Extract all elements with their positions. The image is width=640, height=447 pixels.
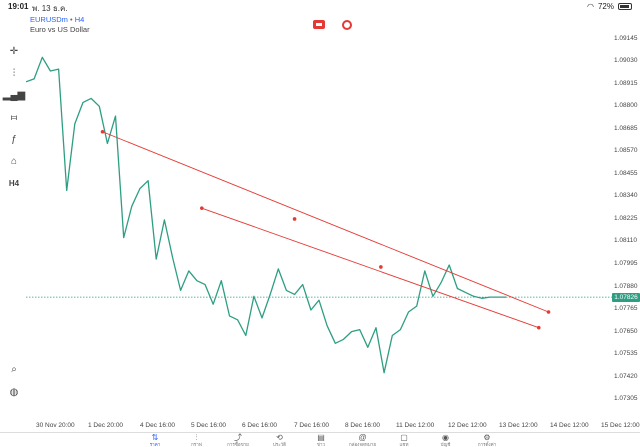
trendline-0[interactable] — [102, 131, 549, 313]
time-tick-label: 15 Dec 12:00 — [601, 422, 640, 429]
bottom-navigation: ⇅ ราคา ⫶ กราฟ ⤴ การซื้อขาย ⟲ ประวัติ ▤ ข่าว @ กล่อง… — [0, 432, 640, 447]
nav-settings-icon: ⚙ — [483, 433, 491, 442]
nav-history[interactable]: ⟲ ประวัติ — [260, 434, 300, 447]
trendline-1-handle-0[interactable] — [200, 206, 204, 210]
price-tick-label: 1.08685 — [614, 124, 638, 132]
trendline-0-handle-2[interactable] — [546, 310, 551, 314]
nav-chart-icon: ⫶ — [195, 433, 198, 442]
nav-settings[interactable]: ⚙ การตั้งค่า — [467, 434, 507, 447]
time-tick-label: 4 Dec 16:00 — [140, 422, 176, 429]
nav-history-icon: ⟲ — [276, 433, 283, 442]
trendline-1[interactable] — [201, 207, 539, 329]
trendline-0-handle-1[interactable] — [292, 217, 297, 221]
nav-trade-label: การซื้อขาย — [227, 442, 249, 447]
status-bar: 19:01 พ. 13 ธ.ค. ◠ 72% — [0, 0, 640, 14]
candlestick-icon[interactable]: ⫶ — [7, 66, 21, 80]
nav-history-label: ประวัติ — [272, 442, 287, 447]
status-time: 19:01 — [8, 2, 29, 11]
price-chart[interactable] — [26, 16, 612, 436]
nav-news-icon: ▤ — [317, 433, 325, 442]
nav-account-icon: ◉ — [442, 433, 449, 442]
nav-mailbox[interactable]: @ กล่องจดหมาย — [343, 434, 383, 447]
nav-chart[interactable]: ⫶ กราฟ — [177, 434, 217, 447]
battery-percent: 72% — [597, 2, 614, 11]
time-tick-label: 13 Dec 12:00 — [499, 422, 538, 429]
price-line-series-0 — [26, 56, 507, 374]
nav-account-label: บัญชี — [440, 442, 451, 447]
price-tick-label: 1.07765 — [614, 305, 638, 313]
price-tick-label: 1.08455 — [614, 169, 638, 177]
shapes-icon[interactable]: ⌂ — [7, 154, 21, 168]
nav-mailbox-label: กล่องจดหมาย — [348, 442, 377, 447]
price-tick-label: 1.07995 — [614, 260, 638, 267]
nav-settings-label: การตั้งค่า — [477, 442, 497, 447]
price-tick-label: 1.08915 — [614, 79, 638, 87]
nav-trade-icon: ⤴ — [234, 433, 242, 442]
nav-chat[interactable]: ▢ แชท — [384, 434, 424, 447]
time-tick-label: 8 Dec 16:00 — [345, 422, 381, 429]
time-tick-label: 30 Nov 20:00 — [36, 422, 75, 429]
volume-bars-icon[interactable]: ▂▄▆ — [3, 88, 25, 102]
price-tick-label: 1.08110 — [614, 237, 638, 245]
price-tick-label: 1.07650 — [614, 327, 638, 335]
broker-icon[interactable]: ◍ — [7, 385, 21, 399]
price-tick-label: 1.08340 — [614, 192, 638, 200]
price-tick-label: 1.09145 — [614, 34, 638, 42]
timeframe-label[interactable]: H4 — [7, 176, 21, 190]
time-tick-label: 5 Dec 16:00 — [191, 422, 227, 429]
price-tick-label: 1.08800 — [614, 102, 638, 110]
time-tick-label: 6 Dec 16:00 — [242, 422, 278, 429]
time-tick-label: 12 Dec 12:00 — [448, 422, 487, 429]
crosshair-icon[interactable]: ✛ — [7, 44, 21, 58]
nav-trade[interactable]: ⤴ การซื้อขาย — [218, 434, 258, 447]
trendline-1-handle-1[interactable] — [379, 265, 383, 269]
price-axis: 1.09145 1.09030 1.08915 1.08800 1.08685 1.085… — [614, 0, 640, 430]
price-tick-label: 1.09030 — [614, 57, 638, 65]
nav-chat-icon: ▢ — [400, 433, 408, 442]
price-tick-label: 1.07880 — [614, 282, 638, 290]
wifi-icon: ◠ — [587, 2, 594, 11]
price-tick-label: 1.08225 — [614, 214, 638, 222]
nav-quotes-label: ราคา — [149, 442, 161, 447]
price-tick-label: 1.08570 — [614, 147, 638, 155]
time-tick-label: 14 Dec 12:00 — [550, 422, 589, 429]
price-tick-label: 1.07420 — [614, 372, 638, 380]
status-date: พ. 13 ธ.ค. — [32, 4, 68, 13]
nav-chat-label: แชท — [399, 442, 409, 447]
nav-news[interactable]: ▤ ข่าว — [301, 434, 341, 447]
price-tick-label: 1.07535 — [614, 350, 638, 358]
trendline-1-handle-2[interactable] — [536, 325, 541, 330]
indicators-icon[interactable]: ⧦ — [7, 110, 21, 124]
time-tick-label: 7 Dec 16:00 — [294, 422, 330, 429]
nav-quotes[interactable]: ⇅ ราคา — [135, 434, 175, 447]
trendline-0-handle-0[interactable] — [100, 129, 105, 134]
time-axis: 30 Nov 20:00 1 Dec 20:00 4 Dec 16:00 5 Dec … — [0, 422, 640, 432]
time-tick-label: 11 Dec 12:00 — [396, 422, 435, 429]
nav-quotes-icon: ⇅ — [151, 433, 159, 442]
nav-chart-label: กราฟ — [191, 442, 202, 447]
nav-mailbox-icon: @ — [358, 433, 367, 442]
time-tick-label: 1 Dec 20:00 — [88, 422, 124, 429]
nav-account[interactable]: ◉ บัญชี — [426, 434, 466, 447]
function-icon[interactable]: ƒ — [7, 132, 21, 146]
nav-news-label: ข่าว — [316, 442, 326, 447]
current-price-label: 1.07826 — [612, 292, 640, 302]
price-tick-label: 1.07305 — [614, 395, 638, 403]
search-icon[interactable]: ⌕ — [7, 362, 21, 376]
